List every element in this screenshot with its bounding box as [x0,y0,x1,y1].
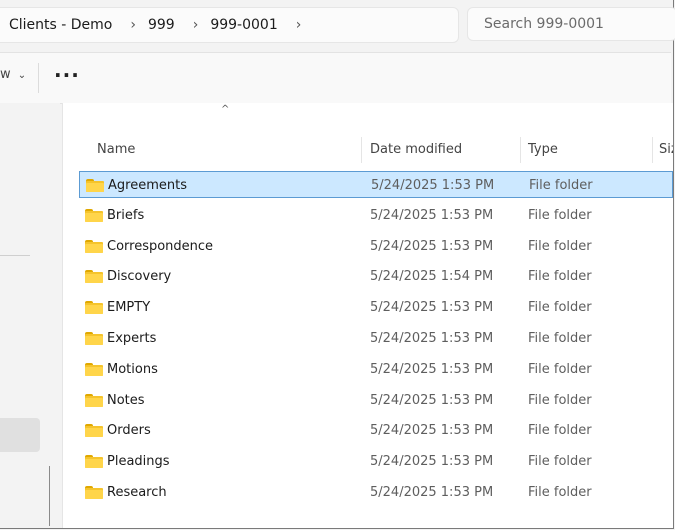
file-name: Discovery [107,269,172,285]
column-divider[interactable] [520,137,521,163]
file-row[interactable]: Research 5/24/2025 1:53 PM File folder [79,479,673,506]
file-row[interactable]: Motions 5/24/2025 1:53 PM File folder [79,356,673,383]
file-date-modified: 5/24/2025 1:53 PM [370,361,494,377]
navigation-pane [0,103,60,528]
file-type: File folder [528,300,592,316]
file-date-modified: 5/24/2025 1:53 PM [370,207,494,223]
explorer-window: Clients - Demo › 999 › 999-0001 › Search… [0,0,675,529]
file-row[interactable]: Correspondence 5/24/2025 1:53 PM File fold… [79,233,673,260]
chevron-down-icon: ⌄ [17,70,27,81]
breadcrumb-999-0001[interactable]: 999-0001 [210,17,277,33]
view-button[interactable]: w ⌄ [0,67,26,82]
file-type: File folder [528,207,592,223]
file-type: File folder [528,423,592,439]
file-type: File folder [528,331,592,346]
search-placeholder: Search 999-0001 [484,16,604,32]
folder-icon [85,239,103,253]
folder-icon [85,270,103,284]
folder-icon [85,208,103,222]
folder-icon [86,179,104,192]
file-name: Orders [107,423,151,439]
file-name: Pleadings [107,454,170,470]
file-type: File folder [528,392,592,408]
chevron-right-icon[interactable]: › [175,17,211,33]
chevron-right-icon[interactable]: › [112,17,148,33]
file-date-modified: 5/24/2025 1:53 PM [370,485,494,500]
nav-divider [0,255,30,256]
nav-selected-item[interactable] [0,418,40,452]
breadcrumb-clients-demo[interactable]: Clients - Demo [0,17,112,33]
file-type: File folder [528,269,592,285]
file-name: Motions [107,361,158,377]
file-row[interactable]: Agreements 5/24/2025 1:53 PM File folder [79,171,673,198]
file-name: Notes [107,392,145,408]
file-name: Agreements [108,178,187,193]
breadcrumb-999[interactable]: 999 [148,17,175,33]
file-date-modified: 5/24/2025 1:53 PM [371,178,495,193]
file-row[interactable]: Notes 5/24/2025 1:53 PM File folder [79,387,673,414]
address-bar[interactable]: Clients - Demo › 999 › 999-0001 › [0,7,459,43]
nav-scrollbar[interactable] [49,466,50,526]
file-list: ^ Name Date modified Type Siz Agreements… [62,103,673,528]
sort-ascending-icon: ^ [221,104,230,115]
file-name: EMPTY [107,300,151,316]
folder-icon [85,393,103,407]
file-name: Experts [107,331,157,346]
file-date-modified: 5/24/2025 1:53 PM [370,454,494,470]
file-type: File folder [528,485,592,500]
file-row[interactable]: Experts 5/24/2025 1:53 PM File folder [79,325,673,352]
column-header-date[interactable]: Date modified [370,133,462,161]
file-type: File folder [529,178,593,193]
folder-icon [85,301,103,315]
column-header-size[interactable]: Siz [659,133,673,161]
column-header-name[interactable]: Name [97,133,135,161]
file-type: File folder [528,454,592,470]
file-row[interactable]: EMPTY 5/24/2025 1:53 PM File folder [79,294,673,321]
file-row[interactable]: Orders 5/24/2025 1:53 PM File folder [79,417,673,444]
view-label: w [0,67,11,82]
file-date-modified: 5/24/2025 1:53 PM [370,300,494,316]
column-header-type[interactable]: Type [528,133,558,161]
folder-icon [85,486,103,499]
toolbar-divider [38,63,39,93]
file-name: Briefs [107,207,145,223]
file-type: File folder [528,361,592,377]
chevron-right-icon[interactable]: › [278,17,314,33]
search-input[interactable]: Search 999-0001 [467,7,675,41]
file-row[interactable]: Briefs 5/24/2025 1:53 PM File folder [79,202,673,229]
more-options-button[interactable]: ··· [54,63,80,87]
folder-icon [85,455,103,469]
command-bar: w ⌄ ··· [0,52,671,104]
file-date-modified: 5/24/2025 1:53 PM [370,392,494,408]
folder-icon [85,424,103,438]
file-name: Correspondence [107,238,214,254]
file-date-modified: 5/24/2025 1:53 PM [370,238,494,254]
column-divider[interactable] [361,137,362,163]
file-row[interactable]: Pleadings 5/24/2025 1:53 PM File folder [79,448,673,475]
file-row[interactable]: Discovery 5/24/2025 1:54 PM File folder [79,263,673,290]
column-divider[interactable] [652,137,653,163]
file-name: Research [107,485,167,500]
file-date-modified: 5/24/2025 1:53 PM [370,423,494,439]
folder-icon [85,362,103,376]
file-date-modified: 5/24/2025 1:54 PM [370,269,494,285]
file-type: File folder [528,238,592,254]
file-date-modified: 5/24/2025 1:53 PM [370,331,494,346]
column-header-row: Name Date modified Type Siz [63,133,673,163]
folder-icon [85,332,103,345]
